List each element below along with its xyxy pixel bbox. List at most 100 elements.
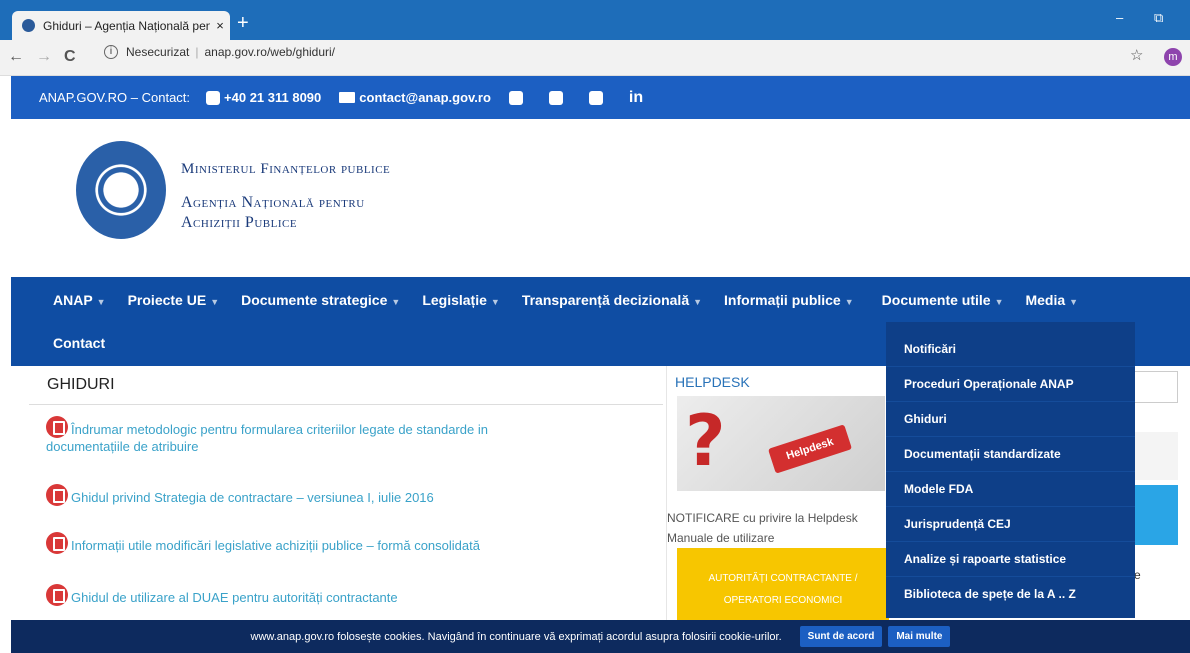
chevron-down-icon: ▼ — [490, 296, 500, 307]
pdf-icon — [46, 584, 68, 606]
nav-label: Transparență decizională — [521, 291, 690, 308]
facebook-icon[interactable] — [508, 90, 523, 105]
nav-item-transparenta[interactable]: Transparență decizională ▼ — [522, 292, 702, 308]
chevron-down-icon: ▼ — [994, 296, 1004, 307]
helpdesk-notification-link[interactable]: NOTIFICARE cu privire la Helpdesk — [667, 508, 858, 528]
question-mark-icon: ? — [685, 400, 726, 482]
linkedin-icon[interactable]: in — [629, 89, 643, 107]
browser-tab-bar: Ghiduri – Agenția Națională pent × + – ⧉ — [0, 0, 1190, 40]
site-favicon-icon — [22, 19, 35, 32]
contracting-authorities-button[interactable]: AUTORITĂȚI CONTRACTANTE / OPERATORI ECON… — [677, 548, 889, 628]
agency-name: Agenția Națională pentru Achiziții Publi… — [181, 193, 365, 233]
bookmark-star-icon[interactable]: ☆ — [1130, 46, 1143, 64]
profile-avatar[interactable]: m — [1164, 48, 1182, 66]
helpdesk-key-label: Helpdesk — [767, 424, 853, 474]
nav-label: Informații publice — [724, 291, 841, 308]
phone-icon — [206, 90, 221, 105]
search-input[interactable] — [1135, 371, 1178, 403]
nav-item-proiecte-ue[interactable]: Proiecte UE ▼ — [128, 292, 220, 308]
document-title: Ghidul privind Strategia de contractare … — [71, 490, 434, 505]
youtube-icon[interactable] — [588, 90, 603, 105]
contact-bar: ANAP.GOV.RO – Contact: +40 21 311 8090 c… — [11, 76, 1190, 119]
government-emblem-icon[interactable] — [76, 141, 166, 239]
chevron-down-icon: ▼ — [391, 296, 401, 307]
phone-link[interactable]: +40 21 311 8090 — [206, 90, 321, 105]
document-link[interactable]: Îndrumar metodologic pentru formularea c… — [46, 416, 488, 455]
nav-item-documente-utile[interactable]: Documente utile ▼ — [882, 292, 1004, 308]
nav-label: Documente utile — [881, 291, 991, 308]
pdf-icon — [46, 416, 68, 438]
chevron-down-icon: ▼ — [844, 296, 854, 307]
ministry-name: Ministerul Finanțelor publice — [181, 161, 391, 177]
document-title: Îndrumar metodologic pentru formularea c… — [71, 422, 488, 437]
chevron-down-icon: ▼ — [693, 296, 703, 307]
document-title-cont: documentațiile de atribuire — [46, 439, 199, 454]
sidebar-thumbnail[interactable] — [1135, 432, 1178, 480]
accept-cookies-button[interactable]: Sunt de acord — [799, 626, 883, 647]
nav-item-anap[interactable]: ANAP ▼ — [53, 292, 106, 308]
nav-item-contact[interactable]: Contact — [53, 335, 105, 351]
yellow-line-2: OPERATORI ECONOMICI — [723, 595, 843, 606]
document-link[interactable]: Ghidul privind Strategia de contractare … — [46, 484, 434, 506]
info-icon[interactable]: i — [104, 45, 118, 59]
nav-item-media[interactable]: Media ▼ — [1025, 292, 1078, 308]
helpdesk-banner[interactable]: ? Helpdesk — [677, 396, 885, 491]
menu-item-notificari[interactable]: Notificări — [886, 332, 1135, 367]
url-text: anap.gov.ro/web/ghiduri/ — [204, 45, 336, 59]
email-address: contact@anap.gov.ro — [359, 90, 491, 105]
helpdesk-title: HELPDESK — [675, 374, 750, 390]
browser-tab[interactable]: Ghiduri – Agenția Națională pent × — [12, 11, 230, 40]
nav-row: ANAP ▼ Proiecte UE ▼ Documente strategice ▼… — [11, 277, 1100, 322]
agency-line-1: Agenția Națională pentru — [181, 194, 365, 211]
menu-item-modele-fda[interactable]: Modele FDA — [886, 472, 1135, 507]
document-title: Informații utile modificări legislative … — [71, 538, 480, 553]
twitter-icon[interactable] — [548, 90, 563, 105]
cookie-text: www.anap.gov.ro folosește cookies. Navig… — [250, 630, 782, 643]
email-link[interactable]: contact@anap.gov.ro — [339, 90, 491, 105]
url-field[interactable]: i Nesecurizat | anap.gov.ro/web/ghiduri/ — [104, 45, 335, 59]
menu-item-proceduri[interactable]: Proceduri Operaționale ANAP — [886, 367, 1135, 402]
back-button[interactable]: ← — [8, 48, 24, 66]
agency-line-2: Achiziții Publice — [181, 214, 298, 231]
yellow-line-1: AUTORITĂȚI CONTRACTANTE / — [708, 573, 858, 584]
mail-icon — [339, 92, 356, 103]
document-link[interactable]: Ghidul de utilizare al DUAE pentru autor… — [46, 584, 398, 606]
menu-item-biblioteca[interactable]: Biblioteca de spețe de la A .. Z — [886, 577, 1135, 612]
divider — [29, 404, 663, 405]
minimize-button[interactable]: – — [1116, 10, 1123, 25]
url-separator: | — [195, 45, 199, 59]
chevron-down-icon: ▼ — [96, 296, 106, 307]
menu-item-analize[interactable]: Analize și rapoarte statistice — [886, 542, 1135, 577]
user-manuals-link[interactable]: Manuale de utilizare — [667, 528, 858, 548]
reload-button[interactable]: C — [64, 48, 76, 66]
helpdesk-notes: NOTIFICARE cu privire la Helpdesk Manual… — [667, 508, 858, 548]
documente-utile-dropdown: Notificări Proceduri Operaționale ANAP G… — [886, 322, 1135, 618]
nav-label: Legislație — [422, 291, 487, 308]
nav-label: Proiecte UE — [127, 291, 207, 308]
page-title: GHIDURI — [47, 376, 115, 393]
document-link[interactable]: Informații utile modificări legislative … — [46, 532, 480, 554]
more-info-button[interactable]: Mai multe — [888, 626, 951, 647]
menu-item-jurisprudenta[interactable]: Jurisprudență CEJ — [886, 507, 1135, 542]
close-tab-icon[interactable]: × — [210, 18, 230, 33]
forward-button[interactable]: → — [36, 48, 52, 66]
nav-item-informatii-publice[interactable]: Informații publice ▼ — [724, 292, 854, 308]
nav-label: ANAP — [53, 291, 93, 308]
menu-item-documentatii[interactable]: Documentații standardizate — [886, 437, 1135, 472]
nav-label: Documente strategice — [241, 291, 388, 308]
nav-label: Media — [1025, 291, 1066, 308]
nav-item-documente-strategice[interactable]: Documente strategice ▼ — [241, 292, 400, 308]
tab-title: Ghiduri – Agenția Națională pent — [43, 18, 210, 33]
new-tab-button[interactable]: + — [237, 13, 249, 33]
pdf-icon — [46, 532, 68, 554]
menu-item-ghiduri[interactable]: Ghiduri — [886, 402, 1135, 437]
document-title: Ghidul de utilizare al DUAE pentru autor… — [71, 590, 398, 605]
phone-number: +40 21 311 8090 — [224, 90, 322, 105]
nav-item-legislatie[interactable]: Legislație ▼ — [422, 292, 500, 308]
chevron-down-icon: ▼ — [210, 296, 220, 307]
helpdesk-panel: HELPDESK ? Helpdesk NOTIFICARE cu privir… — [666, 366, 889, 628]
sidebar-text-fragment: e — [1134, 568, 1141, 582]
security-label: Nesecurizat — [126, 45, 190, 59]
sidebar-banner[interactable] — [1135, 485, 1178, 545]
restore-button[interactable]: ⧉ — [1154, 10, 1163, 26]
